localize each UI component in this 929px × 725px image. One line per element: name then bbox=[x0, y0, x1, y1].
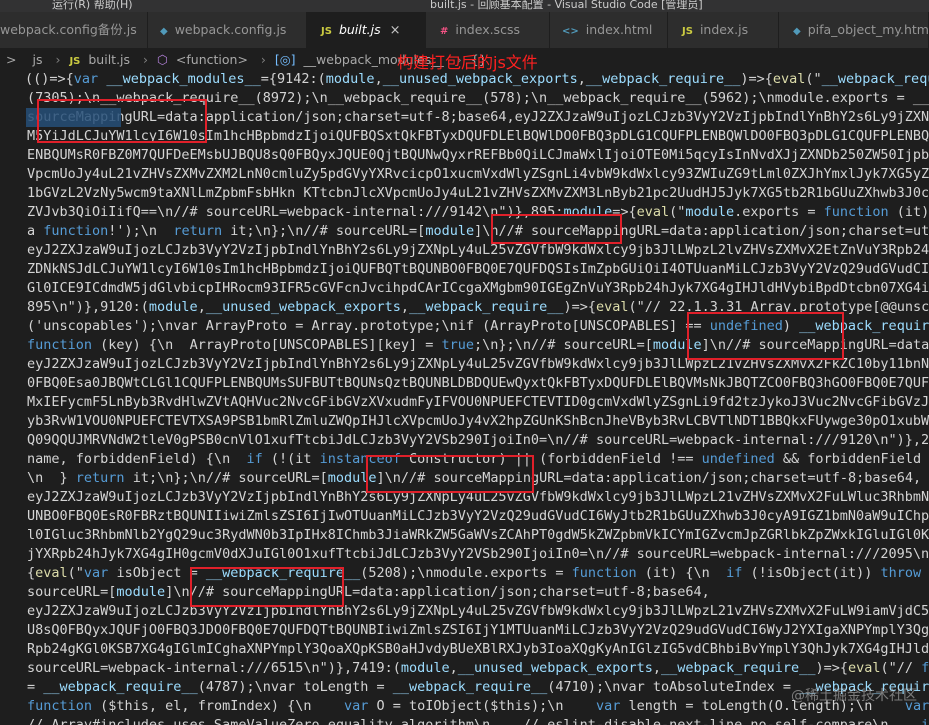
code-line[interactable]: ('unscopables');\nvar ArrayProto = Array… bbox=[0, 317, 929, 336]
html-file-icon: <> bbox=[562, 26, 579, 37]
code-line[interactable]: {eval("var isObject = __webpack_require_… bbox=[0, 564, 929, 583]
code-line[interactable]: Gl0ICE9ICdmdW5jdGlvbicpIHRocm93IFR5cGVFc… bbox=[0, 279, 929, 298]
tab-label: pifa_object_my.html bbox=[807, 22, 929, 37]
code-line[interactable]: ZVJvb3QiOiIifQ==\n//# sourceURL=webpack-… bbox=[0, 203, 929, 222]
js-file-icon: JS bbox=[321, 26, 332, 37]
code-line[interactable]: sourceMappingURL=data:application/json;c… bbox=[0, 108, 929, 127]
menu-bar[interactable]: 运行(R) 帮助(H) bbox=[52, 0, 133, 12]
code-line[interactable]: 0FBQ0Esa0JBQWtCLGl1CQUFPLENBQUMsSUFBUTtB… bbox=[0, 374, 929, 393]
tab-label: index.js bbox=[699, 22, 749, 37]
code-line[interactable]: yb3RvW1VOU0NPUEFCTEVTXSA9PSB1bmRlZmluZWQ… bbox=[0, 412, 929, 431]
close-icon[interactable]: × bbox=[390, 23, 401, 38]
breadcrumb-file[interactable]: built.js bbox=[88, 52, 130, 67]
tab-index-scss[interactable]: # index.scss bbox=[426, 12, 550, 48]
code-line[interactable]: // Array#includes uses SameValueZero equ… bbox=[0, 716, 929, 725]
tab-label: built.js bbox=[338, 22, 381, 37]
code-line[interactable]: 1bGVzL2VzNy5wcm9taXNlLmZpbmFsbHkn KTtcbn… bbox=[0, 184, 929, 203]
js-file-icon: JS bbox=[69, 56, 81, 67]
breadcrumb-lead: > bbox=[6, 52, 17, 67]
tab-label: index.scss bbox=[455, 22, 520, 37]
code-line[interactable]: Q09QQUJMRVNdW2tleV0gPSB0cnVlO1xufTtcbiJd… bbox=[0, 431, 929, 450]
code-line[interactable]: sourceURL=[module]\n//# sourceMappingURL… bbox=[0, 583, 929, 602]
html-file-icon: ◆ bbox=[793, 26, 801, 37]
tab-built-js[interactable]: JS built.js × bbox=[307, 12, 426, 48]
tab-webpack-config[interactable]: ◆ webpack.config.js bbox=[148, 12, 307, 48]
code-line[interactable]: eyJ2ZXJzaW9uIjozLCJzb3VyY2VzIjpbIndlYnBh… bbox=[0, 488, 929, 507]
code-line[interactable]: a function!');\n return it;\n};\n//# sou… bbox=[0, 222, 929, 241]
tab-label: webpack.config备份.js bbox=[0, 22, 137, 37]
code-line[interactable]: = __webpack_require__(4787);\nvar toLeng… bbox=[0, 678, 929, 697]
scss-file-icon: # bbox=[440, 26, 449, 37]
code-line[interactable]: VpcmUoJy4uL21vZHVsZXMvZXM2LnN0cmluZy5pdG… bbox=[0, 165, 929, 184]
webpack-file-icon: ◆ bbox=[160, 26, 168, 37]
code-line[interactable]: eyJ2ZXJzaW9uIjozLCJzb3VyY2VzIjpbIndlYnBh… bbox=[0, 355, 929, 374]
window-title: built.js - 回顾基本配置 - Visual Studio Code [… bbox=[430, 0, 703, 11]
code-line[interactable]: \n } return it;\n};\n//# sourceURL=[modu… bbox=[0, 469, 929, 488]
code-line[interactable]: ZDNkNSJdLCJuYW1lcyI6W10sIm1hcHBpbmdzIjoi… bbox=[0, 260, 929, 279]
code-line[interactable]: M5YiJdLCJuYW1lcyI6W10sIm1hcHBpbmdzIjoiQU… bbox=[0, 127, 929, 146]
code-line[interactable]: Rpb24gKGl0KSB7XG4gIGlmICghaXNPYmplY3QoaX… bbox=[0, 640, 929, 659]
code-line[interactable]: function ($this, el, fromIndex) {\n var … bbox=[0, 697, 929, 716]
tab-webpack-config-backup[interactable]: webpack.config备份.js bbox=[0, 12, 148, 48]
variable-symbol-icon: [◎] bbox=[274, 52, 296, 67]
tab-pifa-object-my[interactable]: ◆ pifa_object_my.html bbox=[779, 12, 929, 48]
code-line[interactable]: jYXRpb24hJyk7XG4gIH0gcmV0dXJuIGl0O1xufTt… bbox=[0, 545, 929, 564]
code-line[interactable]: eyJ2ZXJzaW9uIjozLCJzb3VyY2VzIjpbIndlYnBh… bbox=[0, 602, 929, 621]
tab-label: index.html bbox=[585, 22, 653, 37]
breadcrumb-separator-icon: › bbox=[143, 52, 149, 67]
code-line[interactable]: 895\n")},9120:(module,__unused_webpack_e… bbox=[0, 298, 929, 317]
breadcrumb-function[interactable]: <function> bbox=[176, 52, 248, 67]
breadcrumb-separator-icon: › bbox=[55, 52, 61, 67]
code-line[interactable]: (7305);\n__webpack_require__(8972);\n__w… bbox=[0, 89, 929, 108]
code-line[interactable]: (()=>{var __webpack_modules__={9142:(mod… bbox=[0, 70, 929, 89]
code-line[interactable]: UNBO0FBQ0EsR0FBRztBQUNIIiwiZmlsZSI6IjIwO… bbox=[0, 507, 929, 526]
tab-label: webpack.config.js bbox=[174, 22, 287, 37]
code-line[interactable]: l0IGluc3RhbmNlb2YgQ29uc3RydWN0b3IpIHx8IC… bbox=[0, 526, 929, 545]
code-line[interactable]: sourceURL=webpack-internal:///6515\n")},… bbox=[0, 659, 929, 678]
editor-tab-bar: webpack.config备份.js ◆ webpack.config.js J… bbox=[0, 12, 929, 48]
function-symbol-icon: ⬡ bbox=[157, 52, 168, 67]
code-line[interactable]: eyJ2ZXJzaW9uIjozLCJzb3VyY2VzIjpbIndlYnBh… bbox=[0, 241, 929, 260]
breadcrumb-separator-icon: › bbox=[260, 52, 266, 67]
breadcrumb-folder[interactable]: js bbox=[32, 52, 42, 67]
code-editor[interactable]: (()=>{var __webpack_modules__={9142:(mod… bbox=[0, 70, 929, 725]
code-line[interactable]: ENBQUMsR0FBZ0M7QUFDeEMsbUJBQU8sQ0FBQyxJQ… bbox=[0, 146, 929, 165]
title-bar: 运行(R) 帮助(H) built.js - 回顾基本配置 - Visual S… bbox=[0, 0, 929, 12]
watermark: @稀土掘金技术社区 bbox=[791, 688, 917, 704]
js-file-icon: JS bbox=[682, 26, 693, 37]
code-line[interactable]: MxIEFycmF5LnByb3RvdHlwZVtAQHVuc2NvcGFibG… bbox=[0, 393, 929, 412]
code-line[interactable]: function (key) {\n ArrayProto[UNSCOPABLE… bbox=[0, 336, 929, 355]
code-line[interactable]: U8sQ0FBQyxJQUFjO0FBQ3JDO0FBQ0E7QUFDQTtBQ… bbox=[0, 621, 929, 640]
tab-index-js[interactable]: JS index.js bbox=[668, 12, 779, 48]
code-line[interactable]: name, forbiddenField) {\n if (!(it insta… bbox=[0, 450, 929, 469]
tab-index-html[interactable]: <> index.html bbox=[550, 12, 668, 48]
